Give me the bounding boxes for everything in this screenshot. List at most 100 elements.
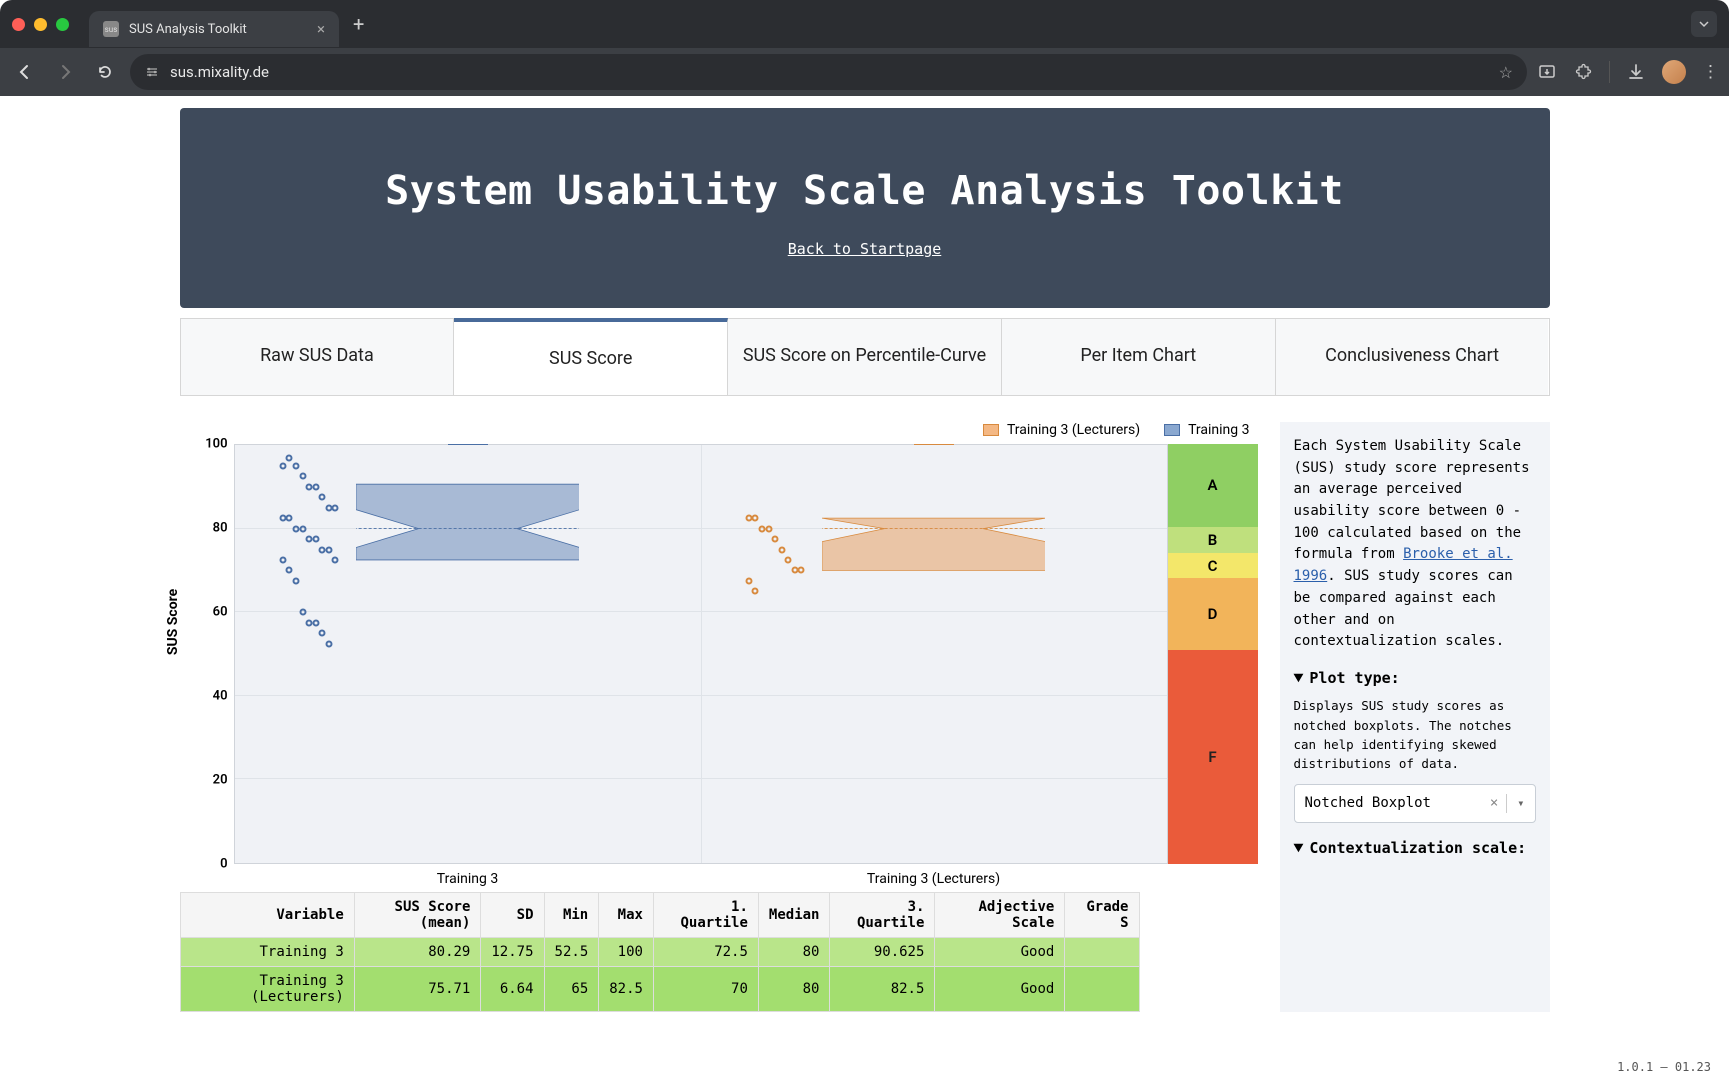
y-axis-label: SUS Score [165,589,181,655]
scatter-point [752,515,759,522]
downloads-icon[interactable] [1626,62,1646,82]
forward-button[interactable] [50,57,80,87]
table-cell [1065,938,1139,967]
tab-close-icon[interactable]: × [317,20,325,38]
extensions-icon[interactable] [1573,62,1593,82]
scatter-point [293,462,300,469]
table-cell: 80.29 [354,938,481,967]
table-cell: 80 [758,967,830,1012]
y-tick: 100 [205,437,227,452]
scatter-point [299,609,306,616]
scatter-point [332,556,339,563]
scatter-point [286,515,293,522]
y-tick: 80 [213,521,228,536]
legend-label: Training 3 [1188,422,1249,438]
table-row: Training 3 (Lecturers)75.716.646582.5708… [180,967,1139,1012]
separator [1609,61,1610,83]
summary-table: VariableSUS Score (mean)SDMinMax1. Quart… [180,892,1140,1012]
table-cell: 12.75 [481,938,544,967]
table-cell: Training 3 (Lecturers) [180,967,354,1012]
sidebar-description: Each System Usability Scale (SUS) study … [1294,436,1536,653]
table-header: 3. Quartile [830,893,935,938]
tab-favicon: sus [103,21,119,37]
plot-type-description: Displays SUS study scores as notched box… [1294,696,1536,774]
y-tick: 40 [213,689,228,704]
scatter-point [293,577,300,584]
clear-select-icon[interactable]: × [1490,793,1498,815]
reload-button[interactable] [90,57,120,87]
bookmark-star-icon[interactable]: ☆ [1499,63,1513,82]
y-tick: 20 [213,773,228,788]
table-header: Median [758,893,830,938]
tabs-dropdown-icon[interactable] [1691,11,1717,37]
sidebar-panel: Each System Usability Scale (SUS) study … [1280,422,1550,1012]
table-header: Grade S [1065,893,1139,938]
legend-label: Training 3 (Lecturers) [1007,422,1140,438]
url-text: sus.mixality.de [170,63,1489,81]
scatter-point [279,556,286,563]
table-header: Max [599,893,654,938]
tab-raw-sus-data[interactable]: Raw SUS Data [181,319,455,395]
y-tick: 60 [213,605,228,620]
tab-conclusiveness-chart[interactable]: Conclusiveness Chart [1276,319,1549,395]
legend-swatch-blue-icon [1164,424,1180,436]
page-title: System Usability Scale Analysis Toolkit [180,168,1550,214]
scatter-point [765,525,772,532]
grade-scale: A B C D F [1168,444,1258,864]
contextualization-summary[interactable]: Contextualization scale: [1294,837,1536,860]
table-header: Min [544,893,599,938]
scatter-point [299,525,306,532]
table-cell: Training 3 [180,938,354,967]
new-tab-button[interactable]: + [353,12,364,36]
legend-item-training3[interactable]: Training 3 [1164,422,1249,438]
x-category: Training 3 (Lecturers) [867,871,1000,887]
table-header: SUS Score (mean) [354,893,481,938]
grade-F: F [1168,650,1258,864]
plot-type-section[interactable]: Plot type: Displays SUS study scores as … [1294,667,1536,823]
chart-legend: Training 3 (Lecturers) Training 3 [180,422,1258,438]
contextualization-section[interactable]: Contextualization scale: [1294,837,1536,860]
window-minimize[interactable] [34,18,47,31]
scatter-point [332,504,339,511]
table-cell: 90.625 [830,938,935,967]
back-to-start-link[interactable]: Back to Startpage [788,240,942,258]
window-close[interactable] [12,18,25,31]
profile-avatar[interactable] [1662,60,1686,84]
scatter-point [772,536,779,543]
tab-percentile-curve[interactable]: SUS Score on Percentile-Curve [728,319,1002,395]
scatter-point [319,630,326,637]
plot-type-select[interactable]: Notched Boxplot × ▾ [1294,784,1536,824]
plot-type-summary[interactable]: Plot type: [1294,667,1536,690]
grade-C: C [1168,553,1258,578]
legend-swatch-orange-icon [983,424,999,436]
table-header: Adjective Scale [935,893,1065,938]
scatter-point [745,577,752,584]
install-app-icon[interactable] [1537,62,1557,82]
scatter-point [312,536,319,543]
chevron-down-icon[interactable]: ▾ [1506,794,1524,813]
scatter-point [319,494,326,501]
table-cell: 82.5 [830,967,935,1012]
tab-sus-score[interactable]: SUS Score [454,318,728,395]
window-zoom[interactable] [56,18,69,31]
legend-item-lecturers[interactable]: Training 3 (Lecturers) [983,422,1140,438]
y-tick: 0 [220,857,227,872]
scatter-point [325,546,332,553]
back-button[interactable] [10,57,40,87]
scatter-point [785,556,792,563]
tab-per-item-chart[interactable]: Per Item Chart [1002,319,1276,395]
table-header: Variable [180,893,354,938]
scatter-point [312,483,319,490]
browser-tab[interactable]: sus SUS Analysis Toolkit × [89,11,339,47]
kebab-menu-icon[interactable]: ⋮ [1702,62,1719,82]
tab-title: SUS Analysis Toolkit [129,22,307,37]
grade-B: B [1168,527,1258,553]
grade-D: D [1168,578,1258,649]
table-header: SD [481,893,544,938]
scatter-point [778,546,785,553]
site-settings-icon[interactable] [144,64,160,80]
table-row: Training 380.2912.7552.510072.58090.625G… [180,938,1139,967]
scatter-point [279,462,286,469]
address-bar[interactable]: sus.mixality.de ☆ [130,54,1527,90]
scatter-point [798,567,805,574]
